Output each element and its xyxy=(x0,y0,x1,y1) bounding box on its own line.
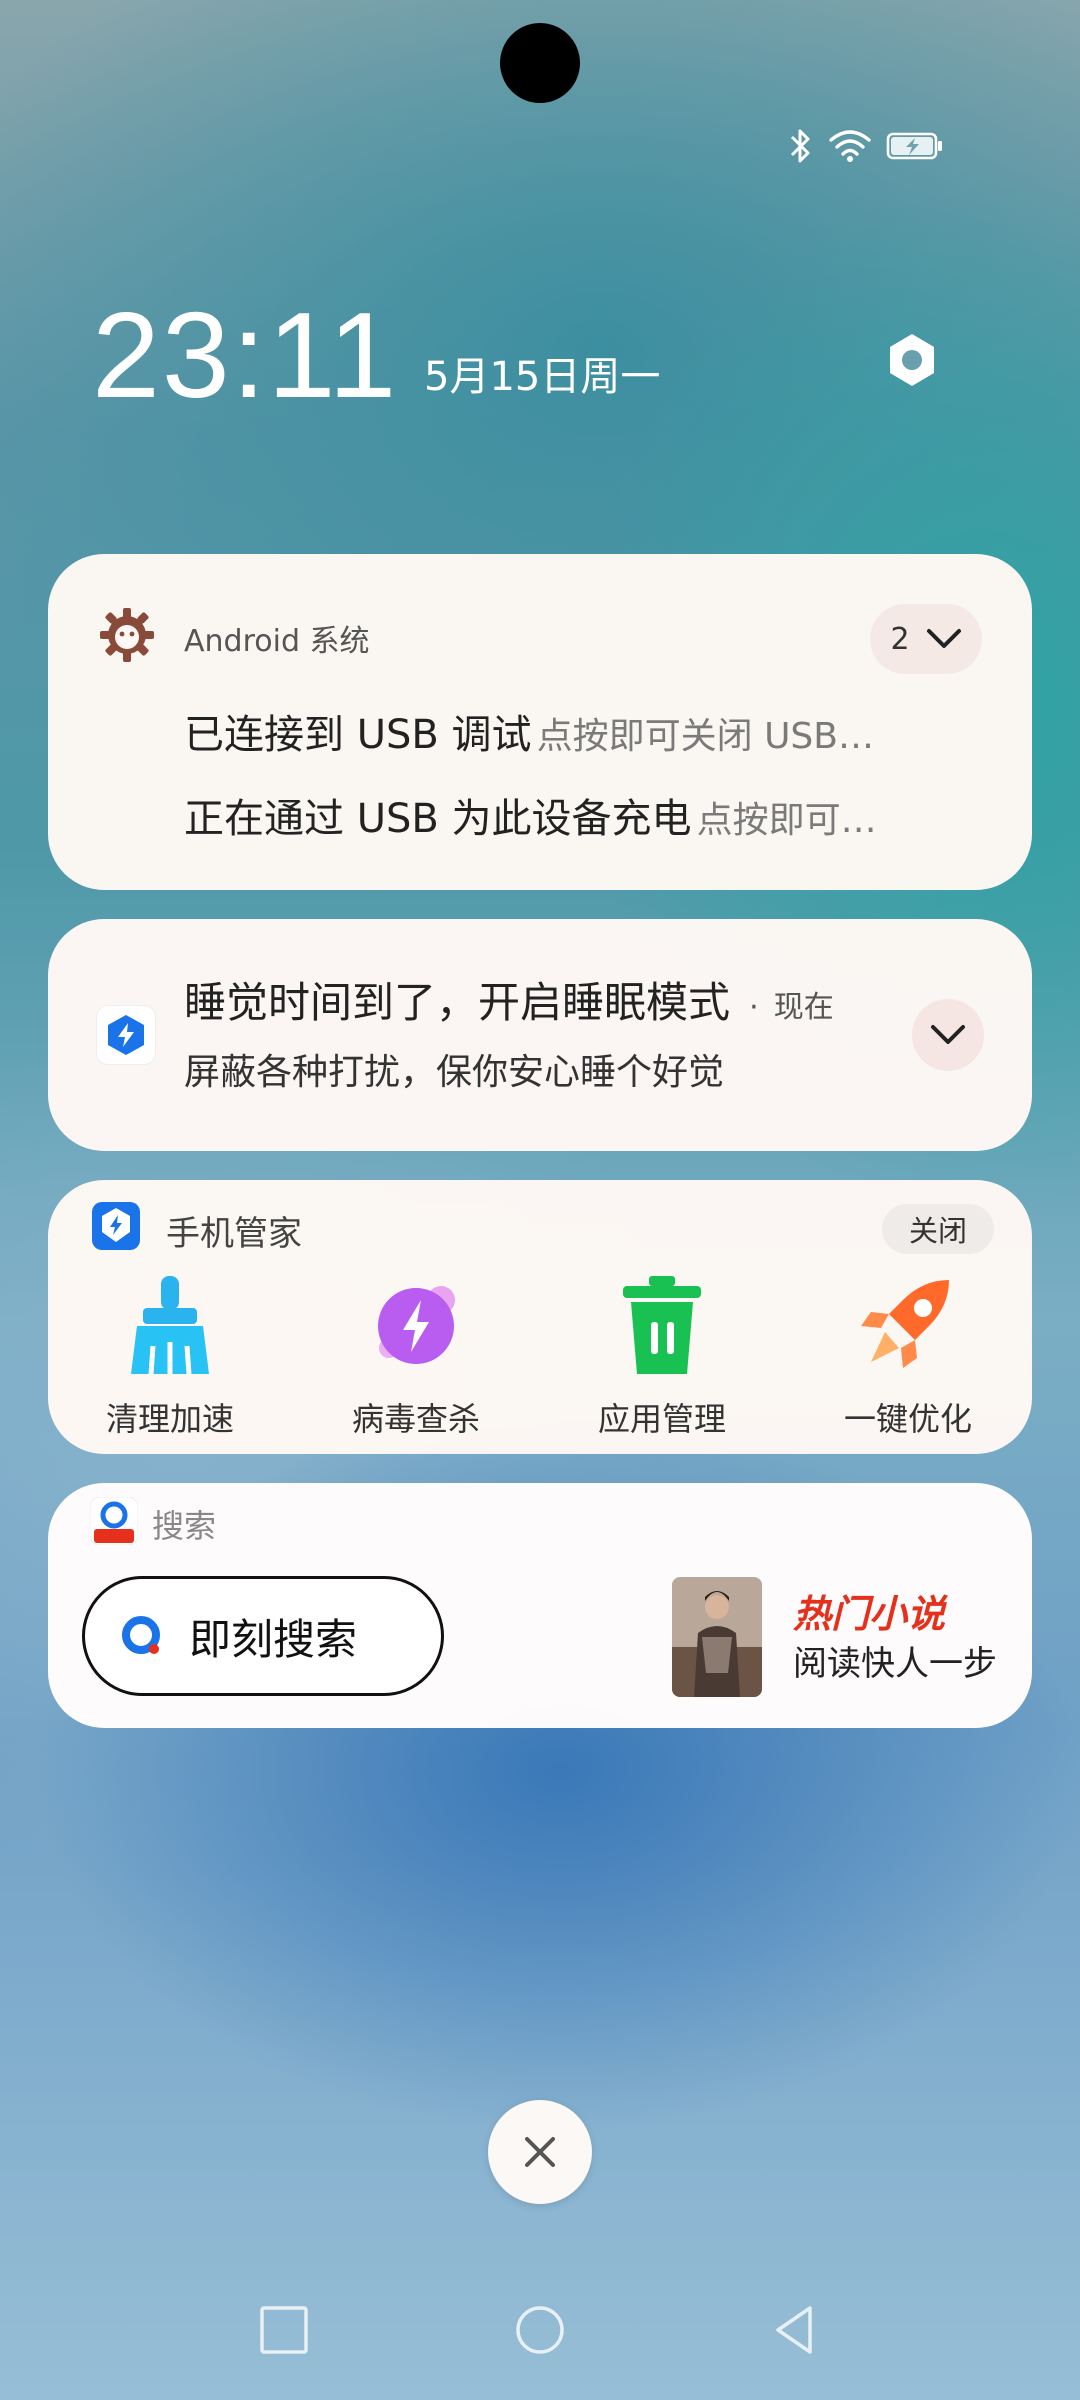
home-circle-icon[interactable] xyxy=(510,2300,570,2360)
tool-virus-scan[interactable]: 病毒查杀 xyxy=(316,1270,516,1440)
search-icon xyxy=(122,1616,160,1654)
front-camera-cutout xyxy=(500,23,580,103)
chevron-down-icon xyxy=(926,629,961,648)
tool-label: 应用管理 xyxy=(597,1400,726,1438)
broom-icon xyxy=(131,1276,209,1375)
phone-manager-widget: 手机管家 关闭 清理加速 病毒查杀 应用管理 一键优化 xyxy=(48,1180,1032,1454)
tool-label: 一键优化 xyxy=(843,1400,972,1438)
clock-time: 23:11 xyxy=(92,287,399,423)
notification-line-usb-charging[interactable]: 正在通过 USB 为此设备充电 点按即可… xyxy=(184,786,1004,844)
clear-all-notifications-button[interactable] xyxy=(488,2100,592,2204)
sleep-mode-notification[interactable]: 睡觉时间到了，开启睡眠模式 · 现在 屏蔽各种打扰，保你安心睡个好觉 xyxy=(48,919,1032,1151)
close-button[interactable]: 关闭 xyxy=(882,1204,994,1254)
phone-manager-app-icon xyxy=(96,1005,156,1065)
recents-square-icon[interactable] xyxy=(254,2300,314,2360)
phone-manager-app-icon xyxy=(92,1202,140,1250)
notification-line-usb-debug[interactable]: 已连接到 USB 调试 点按即可关闭 USB… xyxy=(184,702,1004,760)
navigation-bar xyxy=(0,2290,1080,2370)
separator-dot: · xyxy=(749,990,759,1025)
app-name: 搜索 xyxy=(152,1507,217,1545)
notification-count: 2 xyxy=(890,621,910,657)
expand-group-button[interactable]: 2 xyxy=(870,604,982,674)
lockscreen-clock-row: 23:11 5月15日周一 xyxy=(92,290,992,420)
trash-icon xyxy=(623,1276,701,1374)
app-name: Android 系统 xyxy=(184,624,370,659)
promo-subtitle: 阅读快人一步 xyxy=(793,1644,997,1684)
tool-app-management[interactable]: 应用管理 xyxy=(562,1270,762,1440)
app-name: 手机管家 xyxy=(166,1214,302,1254)
search-app-icon xyxy=(90,1497,138,1545)
promo-title[interactable]: 热门小说 xyxy=(793,1583,945,1638)
chevron-down-icon xyxy=(931,1025,965,1044)
notification-title: 睡觉时间到了，开启睡眠模式 xyxy=(184,978,731,1027)
bluetooth-icon xyxy=(790,129,810,163)
settings-hex-icon[interactable] xyxy=(882,330,942,390)
notification-text: 点按即可关闭 USB… xyxy=(536,716,874,757)
instant-search-button[interactable]: 即刻搜索 xyxy=(82,1576,444,1696)
tool-label: 清理加速 xyxy=(105,1400,234,1438)
status-bar xyxy=(788,124,944,168)
expand-button[interactable] xyxy=(912,999,984,1071)
tool-one-click-optimize[interactable]: 一键优化 xyxy=(808,1270,1008,1440)
back-triangle-icon[interactable] xyxy=(764,2300,824,2360)
shield-bolt-icon xyxy=(108,1015,144,1055)
android-system-notification[interactable]: Android 系统 2 已连接到 USB 调试 点按即可关闭 USB… 正在通… xyxy=(48,554,1032,890)
search-widget: 搜索 即刻搜索 热门小说 阅读快人一步 xyxy=(48,1483,1032,1728)
notification-time: 现在 xyxy=(773,990,834,1025)
clock-date: 5月15日周一 xyxy=(424,354,661,400)
virus-scan-icon xyxy=(378,1286,455,1364)
rocket-icon xyxy=(861,1280,949,1368)
tool-label: 病毒查杀 xyxy=(351,1400,480,1438)
notification-text: 点按即可… xyxy=(696,800,877,841)
battery-charging-icon xyxy=(886,132,942,160)
notification-title: 正在通过 USB 为此设备充电 xyxy=(184,796,692,842)
close-icon xyxy=(525,2137,555,2167)
novel-cover-image[interactable] xyxy=(672,1577,762,1697)
search-label: 即刻搜索 xyxy=(189,1614,358,1664)
notification-text: 屏蔽各种打扰，保你安心睡个好觉 xyxy=(184,1052,725,1093)
tool-clean-boost[interactable]: 清理加速 xyxy=(70,1270,270,1440)
notification-title: 已连接到 USB 调试 xyxy=(184,712,532,758)
wifi-icon xyxy=(829,130,871,162)
android-gear-icon xyxy=(100,608,154,662)
